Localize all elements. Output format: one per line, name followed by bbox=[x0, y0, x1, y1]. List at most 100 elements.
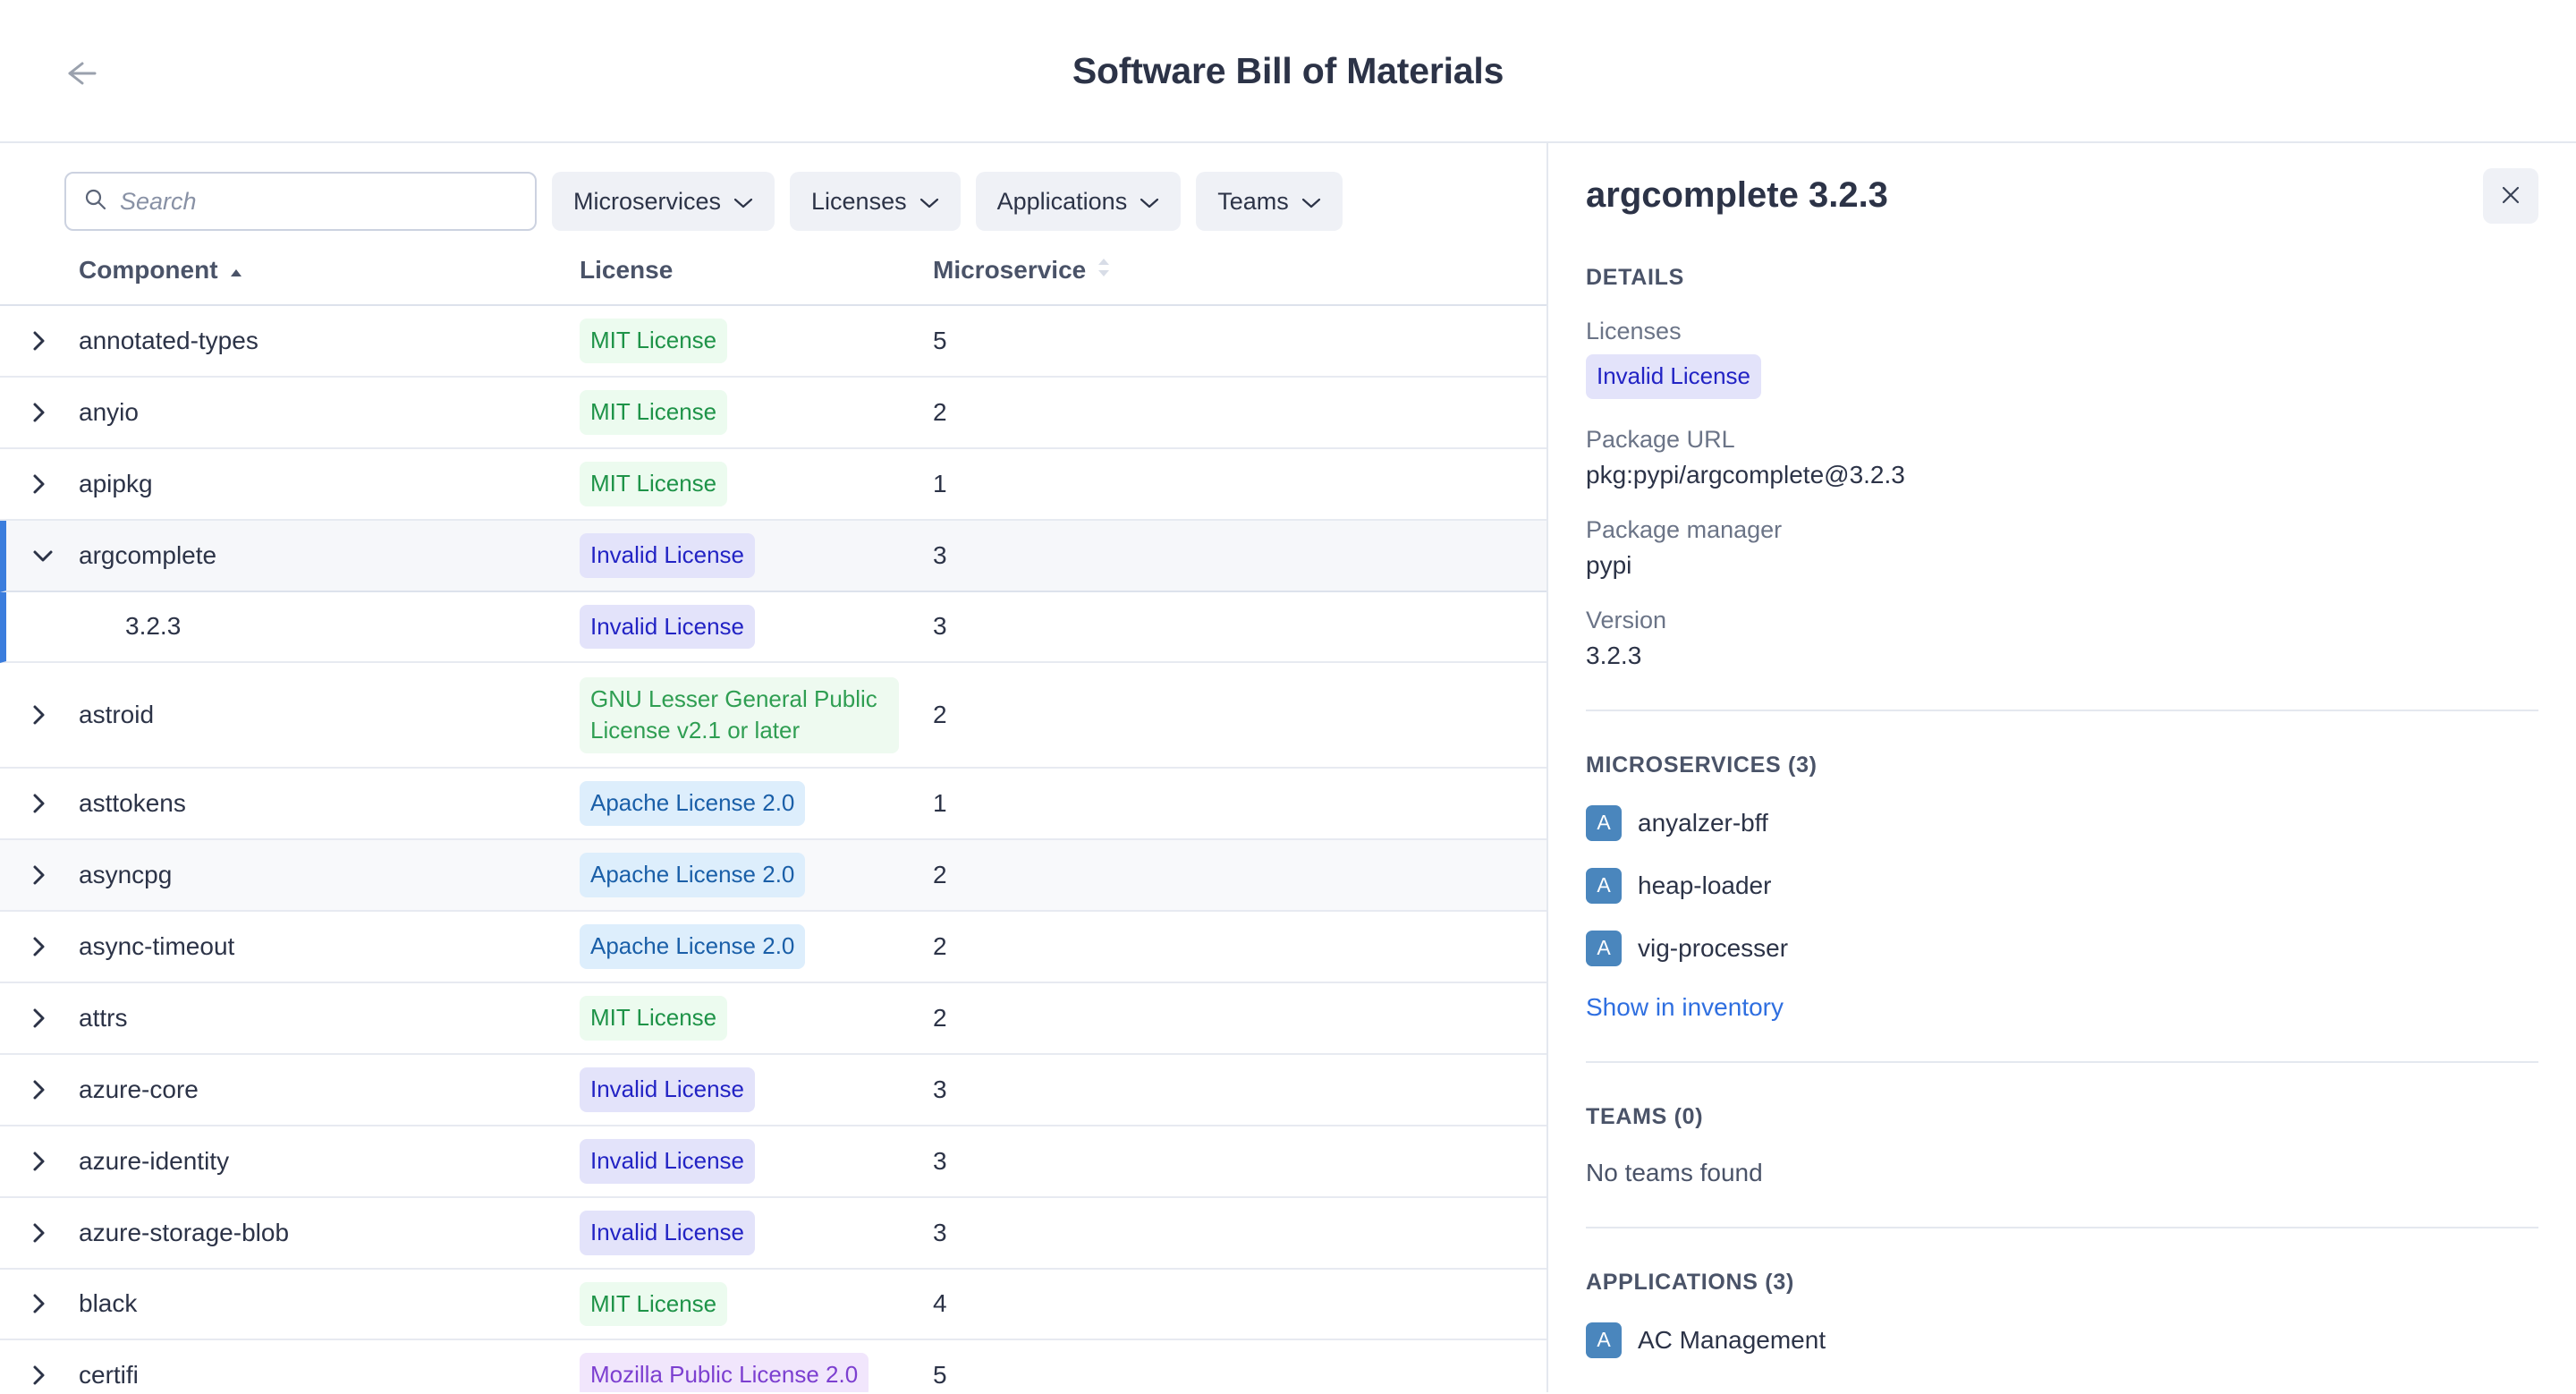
cell-microservice-count: 2 bbox=[933, 701, 947, 729]
chevron-right-icon[interactable] bbox=[0, 328, 79, 353]
table-row[interactable]: asyncpg Apache License 2.0 2 bbox=[0, 840, 1546, 913]
detail-panel: argcomplete 3.2.3 DETAILS Licenses Inval… bbox=[1546, 143, 2576, 1392]
component-name: certifi bbox=[79, 1361, 139, 1390]
avatar: A bbox=[1586, 804, 1622, 841]
cell-microservice-count: 2 bbox=[933, 861, 947, 889]
table-row[interactable]: azure-identity Invalid License 3 bbox=[0, 1126, 1546, 1198]
license-badge: MIT License bbox=[580, 319, 728, 363]
cell-component: asttokens bbox=[0, 777, 580, 830]
cell-microservice-count: 2 bbox=[933, 397, 947, 426]
component-name: apipkg bbox=[79, 469, 153, 497]
entity-item[interactable]: Aanyalzer-bff bbox=[1586, 804, 2538, 841]
toolbar: Microservices Licenses Applications Team… bbox=[0, 143, 1546, 231]
table-row[interactable]: annotated-types MIT License 5 bbox=[0, 306, 1546, 378]
table-row[interactable]: azure-core Invalid License 3 bbox=[0, 1054, 1546, 1126]
chevron-down-icon bbox=[1140, 188, 1159, 216]
chevron-right-icon[interactable] bbox=[0, 934, 79, 959]
cell-component: argcomplete bbox=[6, 529, 580, 582]
details-section-title: DETAILS bbox=[1586, 265, 1684, 290]
chevron-down-icon[interactable] bbox=[6, 546, 79, 565]
chevron-down-icon bbox=[733, 188, 753, 216]
table-row[interactable]: asttokens Apache License 2.0 1 bbox=[0, 769, 1546, 841]
chevron-down-icon bbox=[919, 188, 939, 216]
cell-license: Apache License 2.0 bbox=[580, 840, 933, 910]
cell-component: attrs bbox=[0, 991, 580, 1045]
chevron-right-icon[interactable] bbox=[0, 1006, 79, 1031]
licenses-label: Licenses bbox=[1586, 318, 1682, 344]
component-name: async-timeout bbox=[79, 932, 235, 961]
chevron-right-icon[interactable] bbox=[0, 702, 79, 727]
table-row[interactable]: 3.2.3 Invalid License 3 bbox=[0, 591, 1546, 664]
search-input[interactable] bbox=[120, 187, 517, 216]
chevron-right-icon[interactable] bbox=[0, 1291, 79, 1316]
component-name: astroid bbox=[79, 701, 155, 729]
chevron-right-icon[interactable] bbox=[0, 400, 79, 425]
chevron-right-icon[interactable] bbox=[0, 863, 79, 888]
table-row[interactable]: astroid GNU Lesser General Public License… bbox=[0, 663, 1546, 769]
chevron-right-icon[interactable] bbox=[0, 1077, 79, 1102]
applications-section-title: APPLICATIONS (3) bbox=[1586, 1269, 1794, 1295]
sort-ascending-icon bbox=[229, 256, 243, 285]
show-in-inventory-link[interactable]: Show in inventory bbox=[1586, 993, 1784, 1022]
chevron-right-icon[interactable] bbox=[0, 472, 79, 497]
column-header-microservice[interactable]: Microservice bbox=[933, 256, 1309, 285]
back-button[interactable] bbox=[64, 55, 113, 91]
entity-item[interactable]: Aheap-loader bbox=[1586, 867, 2538, 904]
component-name: azure-core bbox=[79, 1075, 199, 1103]
cell-component: certifi bbox=[0, 1348, 580, 1392]
component-name: azure-storage-blob bbox=[79, 1218, 290, 1246]
table-row[interactable]: async-timeout Apache License 2.0 2 bbox=[0, 912, 1546, 983]
table-row[interactable]: attrs MIT License 2 bbox=[0, 983, 1546, 1055]
table-row[interactable]: anyio MIT License 2 bbox=[0, 377, 1546, 449]
cell-license: Apache License 2.0 bbox=[580, 769, 933, 838]
search-box[interactable] bbox=[64, 172, 537, 231]
table-row[interactable]: argcomplete Invalid License 3 bbox=[0, 520, 1546, 592]
filter-microservices-button[interactable]: Microservices bbox=[552, 172, 775, 231]
table-row[interactable]: apipkg MIT License 1 bbox=[0, 448, 1546, 521]
license-badge: Invalid License bbox=[580, 1138, 755, 1184]
microservices-list: Aanyalzer-bff Aheap-loader Avig-processer bbox=[1586, 804, 2538, 966]
license-badge: Invalid License bbox=[580, 1067, 755, 1112]
license-badge: Apache License 2.0 bbox=[580, 853, 806, 898]
component-name: asyncpg bbox=[79, 861, 173, 889]
chevron-right-icon[interactable] bbox=[0, 1363, 79, 1388]
column-header-component[interactable]: Component bbox=[0, 256, 580, 285]
avatar: A bbox=[1586, 1322, 1622, 1358]
entity-name: vig-processer bbox=[1638, 933, 1789, 962]
divider bbox=[1586, 1060, 2538, 1063]
entity-item[interactable]: A AC Management bbox=[1586, 1322, 2538, 1358]
table-header-row: Component License Microservice bbox=[0, 256, 1546, 306]
component-name: 3.2.3 bbox=[125, 612, 182, 641]
arrow-left-icon bbox=[64, 60, 107, 87]
cell-component: annotated-types bbox=[0, 314, 580, 368]
chevron-right-icon[interactable] bbox=[0, 791, 79, 816]
cell-license: MIT License bbox=[580, 306, 933, 376]
teams-section-title: TEAMS (0) bbox=[1586, 1103, 1704, 1129]
table-row[interactable]: azure-storage-blob Invalid License 3 bbox=[0, 1197, 1546, 1270]
components-table: Component License Microservice annotated… bbox=[0, 256, 1546, 1392]
table-body: annotated-types MIT License 5 anyio MIT Lice… bbox=[0, 306, 1546, 1392]
cell-microservice-count: 2 bbox=[933, 1003, 947, 1032]
license-badge: Invalid License bbox=[580, 604, 755, 650]
column-label: Microservice bbox=[933, 256, 1087, 284]
filter-teams-button[interactable]: Teams bbox=[1196, 172, 1343, 231]
entity-item[interactable]: Avig-processer bbox=[1586, 930, 2538, 966]
chevron-right-icon[interactable] bbox=[0, 1220, 79, 1245]
sort-toggle-icon bbox=[1097, 256, 1111, 285]
version-value: 3.2.3 bbox=[1586, 641, 1642, 669]
chevron-right-icon[interactable] bbox=[0, 1149, 79, 1174]
close-panel-button[interactable] bbox=[2483, 168, 2538, 224]
cell-microservice-count: 3 bbox=[933, 1218, 947, 1246]
filter-applications-button[interactable]: Applications bbox=[975, 172, 1182, 231]
cell-license: MIT License bbox=[580, 378, 933, 447]
microservices-section-title: MICROSERVICES (3) bbox=[1586, 752, 1818, 778]
filter-licenses-button[interactable]: Licenses bbox=[790, 172, 961, 231]
table-row[interactable]: certifi Mozilla Public License 2.0 5 bbox=[0, 1340, 1546, 1392]
cell-license: Invalid License bbox=[580, 1198, 933, 1268]
license-badge: MIT License bbox=[580, 1281, 728, 1327]
column-label: License bbox=[580, 256, 674, 284]
column-header-license[interactable]: License bbox=[580, 256, 933, 285]
page-title: Software Bill of Materials bbox=[1072, 49, 1504, 91]
cell-license: GNU Lesser General Public License v2.1 o… bbox=[580, 665, 933, 767]
table-row[interactable]: black MIT License 4 bbox=[0, 1269, 1546, 1341]
